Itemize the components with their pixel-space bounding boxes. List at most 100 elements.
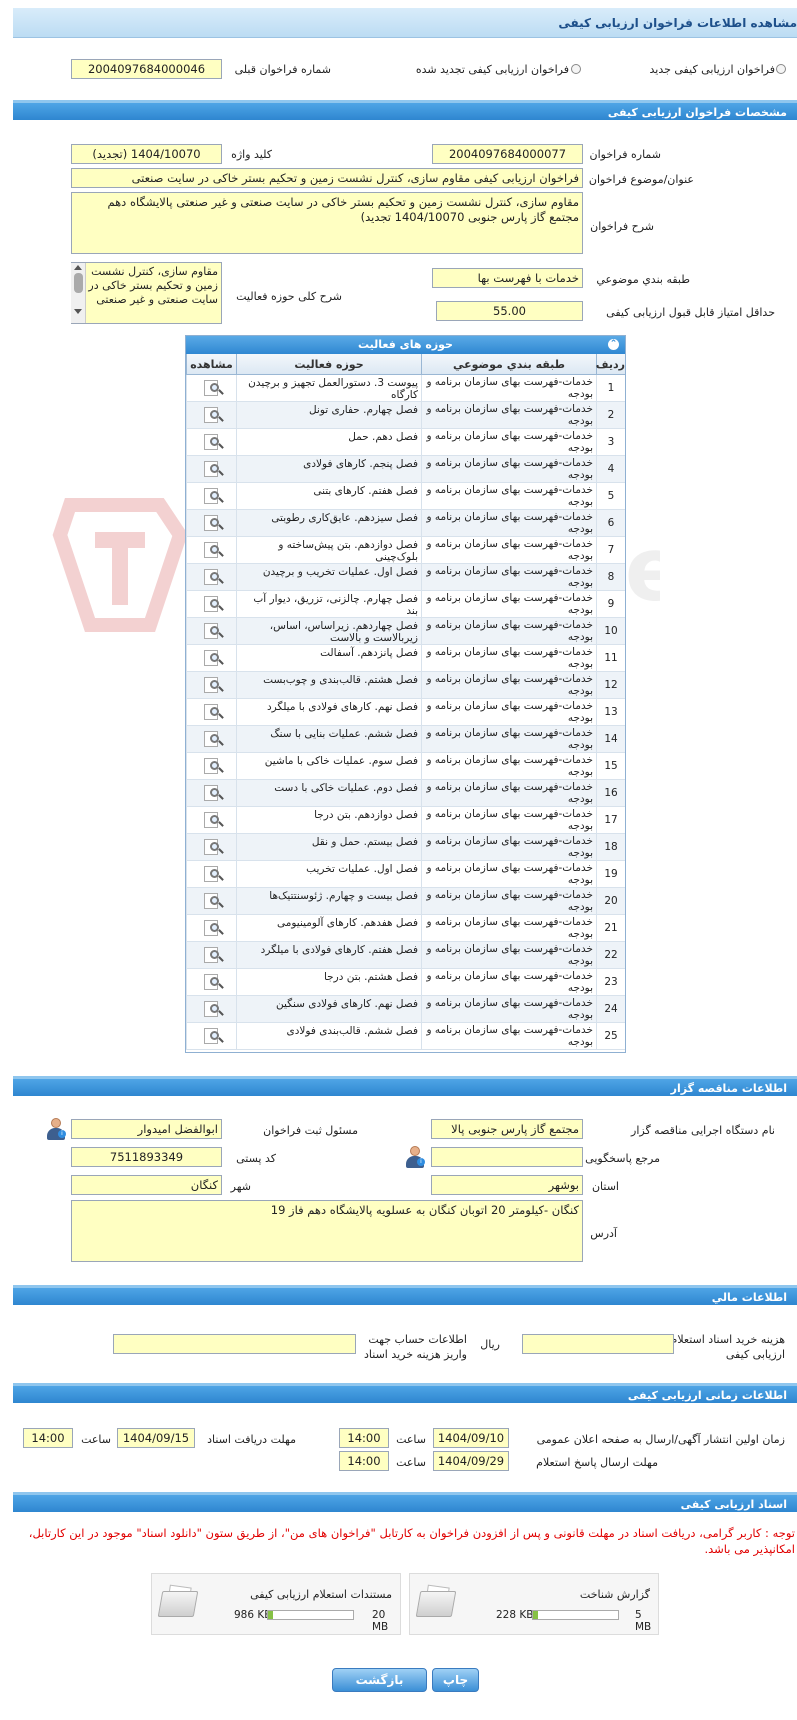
file-max: 5 MB [635,1609,652,1633]
print-button[interactable]: چاپ [432,1668,479,1692]
row-view[interactable] [186,1023,236,1049]
view-magnifier-icon[interactable] [202,784,224,802]
view-magnifier-icon[interactable] [202,406,224,424]
receive-date[interactable]: 1404/09/15 [117,1428,195,1448]
address-field[interactable]: کنگان -کیلومتر 20 اتوبان کنگان به عسلویه… [71,1200,583,1262]
view-magnifier-icon[interactable] [202,1027,224,1045]
row-view[interactable] [186,807,236,833]
row-category: خدمات-فهرست بهای سازمان برنامه و بودجه [421,969,596,995]
view-magnifier-icon[interactable] [202,730,224,748]
row-view[interactable] [186,618,236,644]
row-view[interactable] [186,861,236,887]
file-name: مستندات استعلام ارزیابی کیفی [250,1588,392,1601]
row-view[interactable] [186,753,236,779]
view-magnifier-icon[interactable] [202,595,224,613]
radio-new[interactable] [776,64,786,74]
view-magnifier-icon[interactable] [202,1000,224,1018]
radio-new-label: فراخوان ارزیابی کیفی جدید [649,63,775,76]
view-magnifier-icon[interactable] [202,892,224,910]
category-field[interactable]: خدمات با فهرست بها [432,268,583,288]
row-view[interactable] [186,591,236,617]
radio-renewed[interactable] [571,64,581,74]
row-view[interactable] [186,915,236,941]
row-view[interactable] [186,726,236,752]
row-view[interactable] [186,564,236,590]
row-number: 18 [596,834,625,860]
scroll-thumb[interactable] [73,273,83,293]
number-field[interactable]: 2004097684000077 [432,144,583,164]
row-view[interactable] [186,969,236,995]
registrar-user-icon[interactable]: i [45,1117,67,1141]
row-category: خدمات-فهرست بهای سازمان برنامه و بودجه [421,672,596,698]
scroll-up-icon[interactable] [74,265,82,270]
row-view[interactable] [186,483,236,509]
finance-section-bar: اطلاعات مالي [13,1285,797,1305]
view-magnifier-icon[interactable] [202,649,224,667]
row-view[interactable] [186,456,236,482]
row-category: خدمات-فهرست بهای سازمان برنامه و بودجه [421,780,596,806]
row-field: فصل دوازدهم. بتن پیش‌ساخته و بلوک‌چینی [236,537,421,563]
reply-time[interactable]: 14:00 [339,1451,389,1471]
subject-field[interactable]: فراخوان ارزیابی کیفی مقاوم سازی، کنترل ن… [71,168,583,188]
row-field: فصل نهم. کارهای فولادی با میلگرد [236,699,421,725]
row-view[interactable] [186,672,236,698]
view-magnifier-icon[interactable] [202,487,224,505]
row-category: خدمات-فهرست بهای سازمان برنامه و بودجه [421,645,596,671]
view-magnifier-icon[interactable] [202,919,224,937]
keyword-field[interactable]: 1404/10070 (تجدید) [71,144,222,164]
view-magnifier-icon[interactable] [202,946,224,964]
view-magnifier-icon[interactable] [202,811,224,829]
file-card-inquiry[interactable]: مستندات استعلام ارزیابی کیفی 986 KB 20 M… [151,1573,401,1635]
publish-time[interactable]: 14:00 [339,1428,389,1448]
account-field[interactable] [113,1334,356,1354]
reference-field[interactable] [431,1147,583,1167]
fee-field[interactable] [522,1334,674,1354]
scope-field[interactable]: مقاوم سازی، کنترل نشست زمین و تحکیم بستر… [71,262,222,324]
row-view[interactable] [186,699,236,725]
reference-user-icon[interactable]: i [404,1145,426,1169]
view-magnifier-icon[interactable] [202,379,224,397]
view-magnifier-icon[interactable] [202,676,224,694]
scope-scrollbar[interactable] [71,263,86,323]
row-view[interactable] [186,429,236,455]
back-button[interactable]: بازگشت [332,1668,427,1692]
row-view[interactable] [186,888,236,914]
province-field[interactable]: بوشهر [431,1175,583,1195]
view-magnifier-icon[interactable] [202,541,224,559]
row-view[interactable] [186,996,236,1022]
description-field[interactable]: مقاوم سازی، کنترل نشست زمین و تحکیم بستر… [71,192,583,254]
view-magnifier-icon[interactable] [202,514,224,532]
table-row: 19 خدمات-فهرست بهای سازمان برنامه و بودجه… [186,861,625,888]
registrar-field[interactable]: ابوالفضل امیدوار [71,1119,222,1139]
prev-number-field[interactable]: 2004097684000046 [71,59,222,79]
receive-time[interactable]: 14:00 [23,1428,73,1448]
col-row: رديف [596,354,625,374]
row-view[interactable] [186,375,236,401]
collapse-icon[interactable]: ⌃ [608,339,619,350]
view-magnifier-icon[interactable] [202,460,224,478]
view-magnifier-icon[interactable] [202,433,224,451]
row-view[interactable] [186,645,236,671]
view-magnifier-icon[interactable] [202,757,224,775]
scroll-down-icon[interactable] [74,309,82,314]
row-view[interactable] [186,942,236,968]
reply-date[interactable]: 1404/09/29 [433,1451,509,1471]
view-magnifier-icon[interactable] [202,568,224,586]
postal-field[interactable]: 7511893349 [71,1147,222,1167]
city-field[interactable]: کنگان [71,1175,222,1195]
row-view[interactable] [186,780,236,806]
publish-date[interactable]: 1404/09/10 [433,1428,509,1448]
row-view[interactable] [186,537,236,563]
view-magnifier-icon[interactable] [202,838,224,856]
row-view[interactable] [186,402,236,428]
view-magnifier-icon[interactable] [202,622,224,640]
view-magnifier-icon[interactable] [202,703,224,721]
view-magnifier-icon[interactable] [202,973,224,991]
view-magnifier-icon[interactable] [202,865,224,883]
minscore-field[interactable]: 55.00 [436,301,583,321]
org-field[interactable]: مجتمع گاز پارس جنوبی پالا [431,1119,583,1139]
receive-time-label: ساعت [81,1433,111,1446]
row-view[interactable] [186,510,236,536]
row-view[interactable] [186,834,236,860]
file-card-report[interactable]: گزارش شناخت 228 KB 5 MB [409,1573,659,1635]
